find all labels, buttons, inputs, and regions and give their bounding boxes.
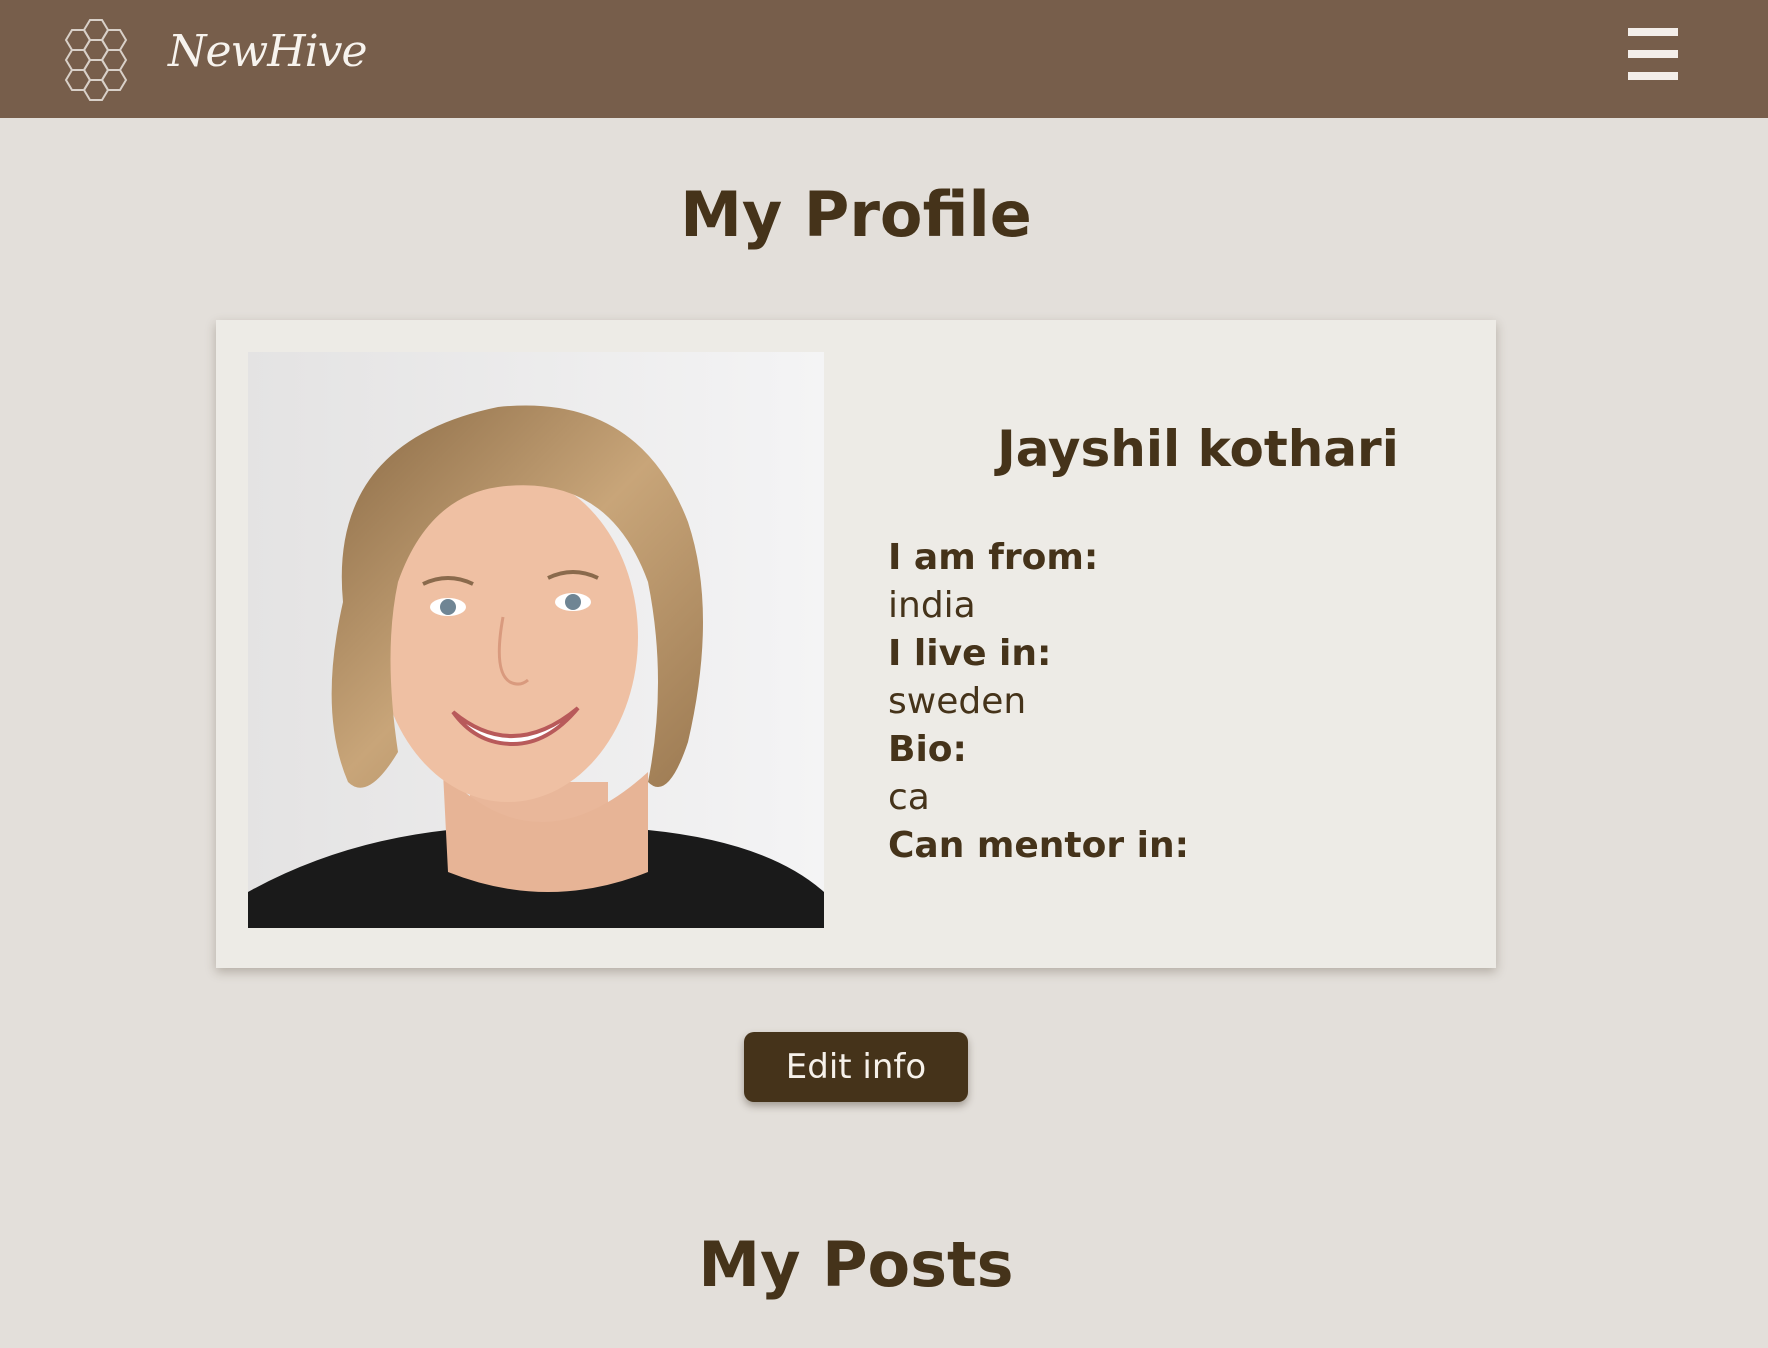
live-value: sweden — [888, 681, 1027, 722]
bio-label: Bio: — [888, 729, 967, 770]
page-title: My Profile — [680, 178, 1032, 251]
menu-bar-top — [1628, 28, 1678, 36]
live-label: I live in: — [888, 633, 1052, 674]
profile-name: Jayshil kothari — [997, 420, 1399, 478]
menu-bar-bottom — [1628, 72, 1678, 80]
profile-card: Jayshil kothari I am from: india I live … — [216, 320, 1496, 968]
profile-photo — [248, 352, 824, 928]
profile-photo-illustration — [248, 352, 824, 928]
top-navbar: NewHive — [0, 0, 1768, 118]
profile-info: Jayshil kothari I am from: india I live … — [888, 420, 1448, 870]
honeycomb-logo-icon[interactable] — [58, 18, 144, 106]
from-value: india — [888, 585, 976, 626]
my-posts-title: My Posts — [698, 1228, 1014, 1301]
bio-value: ca — [888, 777, 930, 818]
menu-bar-middle — [1628, 50, 1678, 58]
from-label: I am from: — [888, 537, 1099, 578]
hamburger-menu-icon[interactable] — [1628, 28, 1678, 82]
edit-info-button[interactable]: Edit info — [744, 1032, 968, 1102]
mentor-label: Can mentor in: — [888, 825, 1190, 866]
brand-name[interactable]: NewHive — [168, 26, 368, 77]
